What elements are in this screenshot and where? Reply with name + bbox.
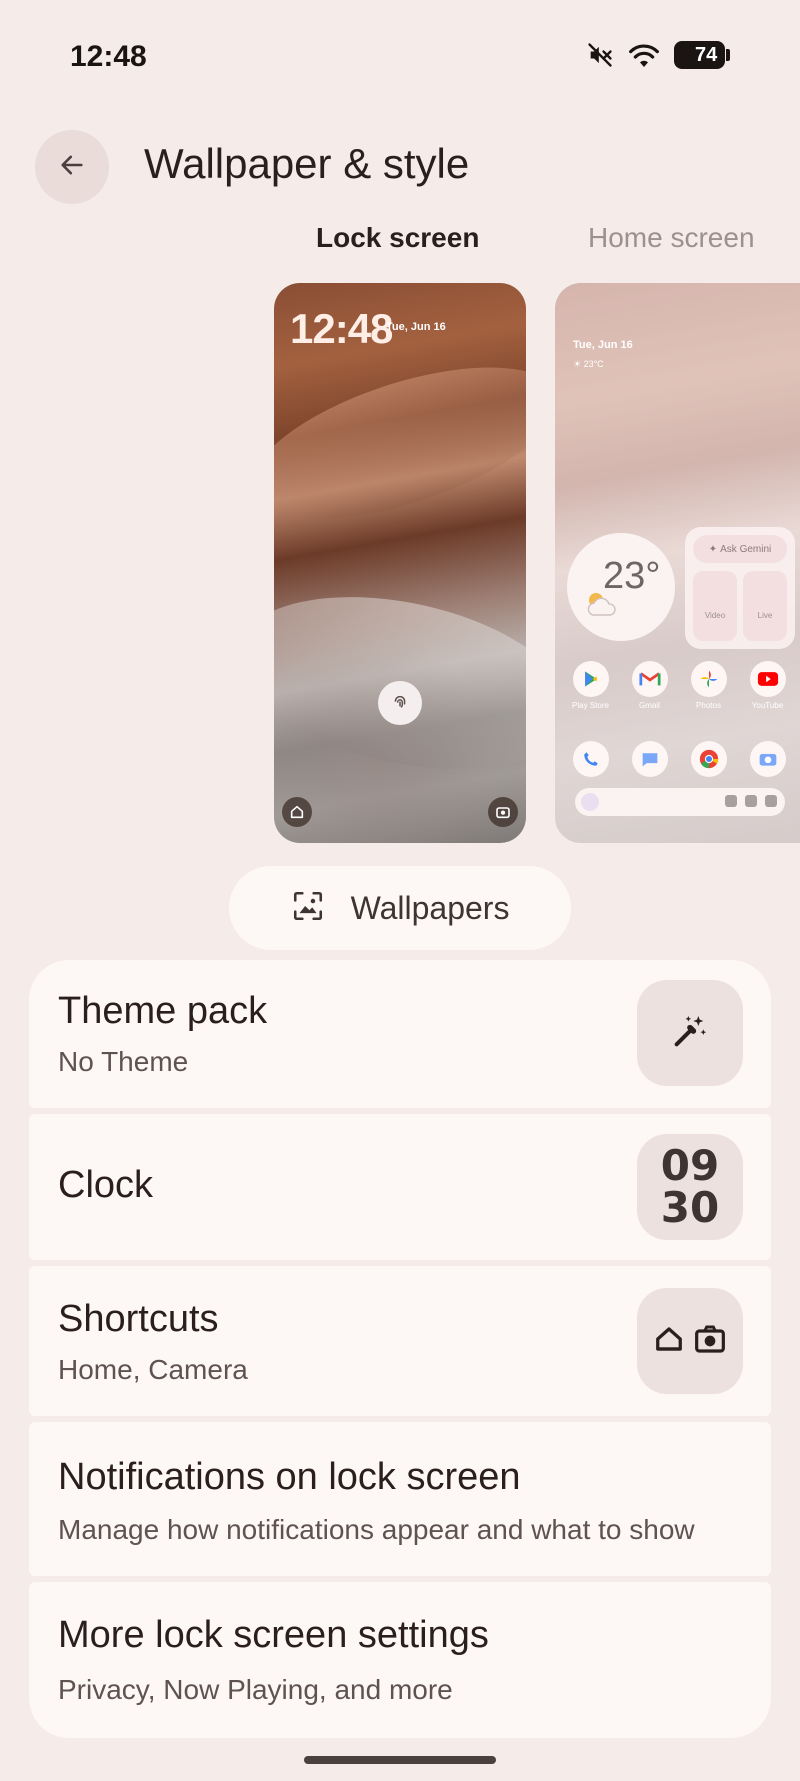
theme-pack-subtitle: No Theme	[58, 1046, 189, 1077]
status-time: 12:48	[70, 40, 147, 73]
google-icon	[581, 793, 599, 811]
app-label: Play Store	[572, 701, 609, 710]
gemini-label: Ask Gemini	[720, 543, 772, 555]
camera-icon	[694, 1324, 726, 1359]
app-label: Gmail	[639, 701, 660, 710]
clock-thumb: 09 30	[637, 1134, 743, 1240]
magic-wand-icon	[670, 1011, 710, 1056]
more-settings-title: More lock screen settings	[58, 1614, 489, 1656]
sparkle-icon: ✦	[708, 543, 718, 555]
clock-thumb-hours: 09	[660, 1141, 720, 1190]
home-shortcut-icon	[282, 797, 312, 827]
dock-phone	[561, 741, 620, 777]
shortcuts-item[interactable]: Shortcuts Home, Camera	[29, 1266, 771, 1416]
notifications-lock-screen-item[interactable]: Notifications on lock screen Manage how …	[29, 1422, 771, 1576]
wallpaper-icon	[291, 889, 325, 928]
mic-icon	[745, 795, 757, 807]
app-play-store: Play Store	[561, 661, 620, 710]
arrow-back-icon	[58, 151, 86, 184]
camera-shortcut-icon	[488, 797, 518, 827]
status-bar: 12:48 74	[0, 0, 800, 120]
fingerprint-icon	[378, 681, 422, 725]
battery-level: 74	[695, 43, 718, 66]
camera-icon	[749, 741, 786, 777]
gesture-nav-bar[interactable]	[304, 1756, 496, 1764]
theme-pack-item[interactable]: Theme pack No Theme	[29, 960, 771, 1108]
more-lock-screen-settings-item[interactable]: More lock screen settings Privacy, Now P…	[29, 1582, 771, 1738]
search-bar-preview	[575, 788, 785, 816]
wifi-icon	[628, 41, 660, 69]
app-label: Photos	[696, 701, 721, 710]
battery-icon: 74	[674, 40, 730, 70]
tab-lock-screen[interactable]: Lock screen	[316, 222, 479, 254]
wallpapers-label: Wallpapers	[350, 889, 510, 926]
lock-screen-preview[interactable]: 12:48 Tue, Jun 16	[274, 283, 526, 843]
app-youtube: YouTube	[738, 661, 797, 710]
partly-cloudy-icon	[583, 589, 619, 624]
gmail-icon	[631, 661, 668, 697]
notifications-subtitle: Manage how notifications appear and what…	[58, 1514, 695, 1545]
app-row: Play Store Gmail Photos YouTube	[561, 661, 797, 710]
phone-icon	[572, 741, 609, 777]
gemini-video: Video	[693, 571, 737, 641]
lock-preview-date: Tue, Jun 16	[386, 321, 446, 333]
wallpapers-button[interactable]: Wallpapers	[229, 866, 571, 950]
dock-camera	[738, 741, 797, 777]
dock-messages	[620, 741, 679, 777]
youtube-icon	[749, 661, 786, 697]
clock-item[interactable]: Clock 09 30	[29, 1114, 771, 1260]
shortcuts-subtitle: Home, Camera	[58, 1354, 248, 1385]
messages-icon	[631, 741, 668, 777]
clock-thumb-text: 09 30	[661, 1145, 719, 1229]
shortcuts-thumb	[637, 1288, 743, 1394]
tab-home-screen[interactable]: Home screen	[588, 222, 755, 254]
search-actions	[725, 795, 777, 807]
dock-chrome	[679, 741, 738, 777]
gemini-live: Live	[743, 571, 787, 641]
more-settings-subtitle: Privacy, Now Playing, and more	[58, 1674, 453, 1705]
shortcuts-title: Shortcuts	[58, 1298, 219, 1340]
app-label: YouTube	[751, 701, 784, 710]
ask-gemini-pill: ✦ Ask Gemini	[693, 535, 787, 563]
back-button[interactable]	[35, 130, 109, 204]
app-photos: Photos	[679, 661, 738, 710]
gemini-widget: ✦ Ask Gemini Video Live	[685, 527, 795, 649]
dock-row	[561, 741, 797, 777]
lens-icon	[725, 795, 737, 807]
home-preview-temp-small: ☀ 23°C	[573, 359, 604, 369]
mute-icon	[586, 41, 614, 69]
notifications-title: Notifications on lock screen	[58, 1456, 521, 1498]
clock-title: Clock	[58, 1164, 154, 1206]
status-icons: 74	[586, 40, 730, 70]
camera-search-icon	[765, 795, 777, 807]
weather-widget: 23°	[567, 533, 675, 641]
chrome-icon	[690, 741, 727, 777]
photos-icon	[690, 661, 727, 697]
theme-pack-title: Theme pack	[58, 990, 268, 1032]
page-title: Wallpaper & style	[144, 140, 470, 187]
lock-preview-time: 12:48	[290, 305, 393, 352]
theme-pack-thumb	[637, 980, 743, 1086]
home-screen-preview[interactable]: Tue, Jun 16 ☀ 23°C 23° ✦ Ask Gemini Vide…	[555, 283, 800, 843]
home-icon	[654, 1324, 684, 1359]
clock-thumb-minutes: 30	[660, 1183, 720, 1232]
app-gmail: Gmail	[620, 661, 679, 710]
home-preview-date: Tue, Jun 16	[573, 339, 633, 351]
play-store-icon	[572, 661, 609, 697]
